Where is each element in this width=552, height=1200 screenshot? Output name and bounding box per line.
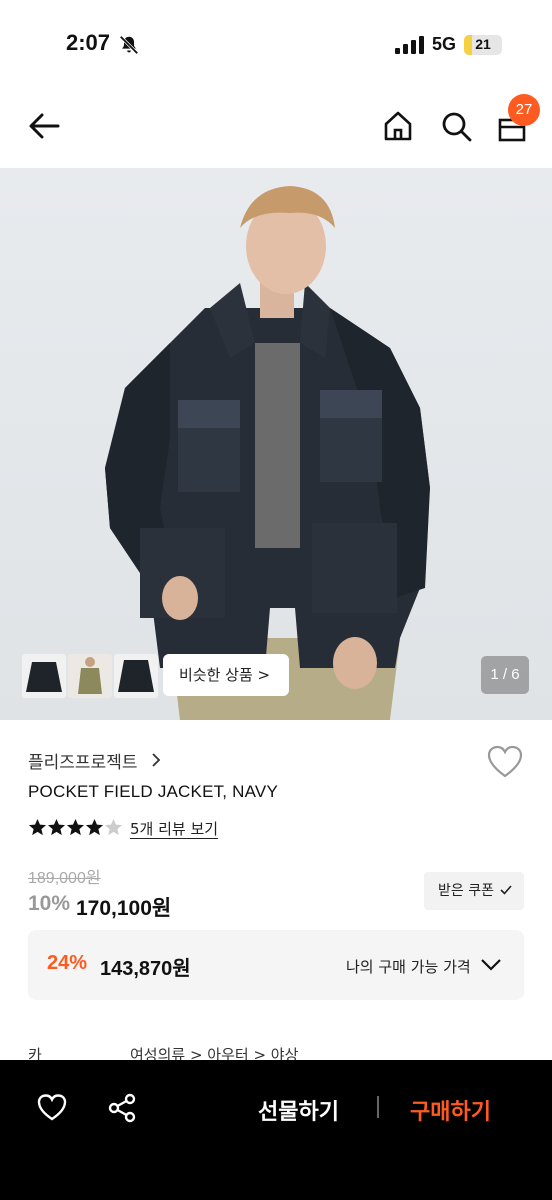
- bottom-action-bar: 선물하기 구매하기: [0, 1060, 552, 1200]
- battery-icon: 21: [464, 35, 502, 55]
- top-nav: [0, 90, 552, 168]
- brand-name-link[interactable]: 플리즈프로젝트: [28, 748, 137, 773]
- my-discount-rate: 24%: [47, 952, 88, 974]
- review-link[interactable]: 5개 리뷰 보기: [130, 818, 218, 839]
- chevron-down-icon[interactable]: [480, 958, 502, 972]
- network-type: 5G: [432, 34, 457, 54]
- back-arrow-icon[interactable]: [26, 108, 62, 144]
- thumbnail-model-khaki[interactable]: [68, 654, 112, 698]
- coupon-label: 받은 쿠폰: [438, 883, 494, 899]
- home-icon[interactable]: [380, 108, 416, 144]
- received-coupon-button[interactable]: 받은 쿠폰: [424, 872, 524, 910]
- image-page-indicator: 1 / 6: [481, 656, 529, 694]
- product-image-carousel[interactable]: 비슷한 상품 > 1 / 6: [0, 168, 552, 720]
- share-icon[interactable]: [106, 1092, 138, 1124]
- star-filled-icon: [47, 818, 66, 836]
- thumbnail-navy-jacket-front[interactable]: [22, 654, 66, 698]
- status-bar: 2:07 5G 21: [0, 0, 552, 90]
- heart-icon[interactable]: [36, 1092, 68, 1124]
- heart-icon[interactable]: [486, 744, 524, 780]
- signal-icon: [395, 36, 424, 54]
- star-filled-icon: [66, 818, 85, 836]
- product-name: POCKET FIELD JACKET, NAVY: [28, 782, 278, 801]
- product-detail-page: 2:07 5G 21 27 비슷한 상품 > 1 / 6 플리즈프로젝트 POC…: [0, 0, 552, 1200]
- star-filled-icon: [28, 818, 47, 836]
- star-empty-icon: [104, 818, 123, 836]
- thumbnail-navy-jacket-back[interactable]: [114, 654, 158, 698]
- cart-count-badge: 27: [508, 94, 540, 126]
- star-filled-icon: [85, 818, 104, 836]
- my-price: 143,870원: [100, 958, 191, 980]
- bell-muted-icon: [119, 35, 139, 55]
- original-price: 189,000원: [28, 870, 101, 887]
- similar-products-button[interactable]: 비슷한 상품 >: [163, 654, 289, 696]
- check-icon: [500, 885, 512, 895]
- divider: [377, 1096, 379, 1118]
- discount-rate: 10%: [28, 892, 71, 915]
- sale-price: 170,100원: [76, 897, 172, 920]
- chevron-right-icon: [152, 753, 161, 767]
- status-time: 2:07: [66, 30, 111, 55]
- my-purchase-price-box[interactable]: 24% 143,870원 나의 구매 가능 가격: [28, 930, 524, 1000]
- product-photo: [105, 186, 430, 720]
- buy-button[interactable]: 구매하기: [410, 1094, 491, 1126]
- battery-level: 21: [475, 36, 491, 52]
- search-icon[interactable]: [438, 108, 474, 144]
- gift-button[interactable]: 선물하기: [258, 1094, 339, 1126]
- my-price-label: 나의 구매 가능 가격: [346, 958, 471, 976]
